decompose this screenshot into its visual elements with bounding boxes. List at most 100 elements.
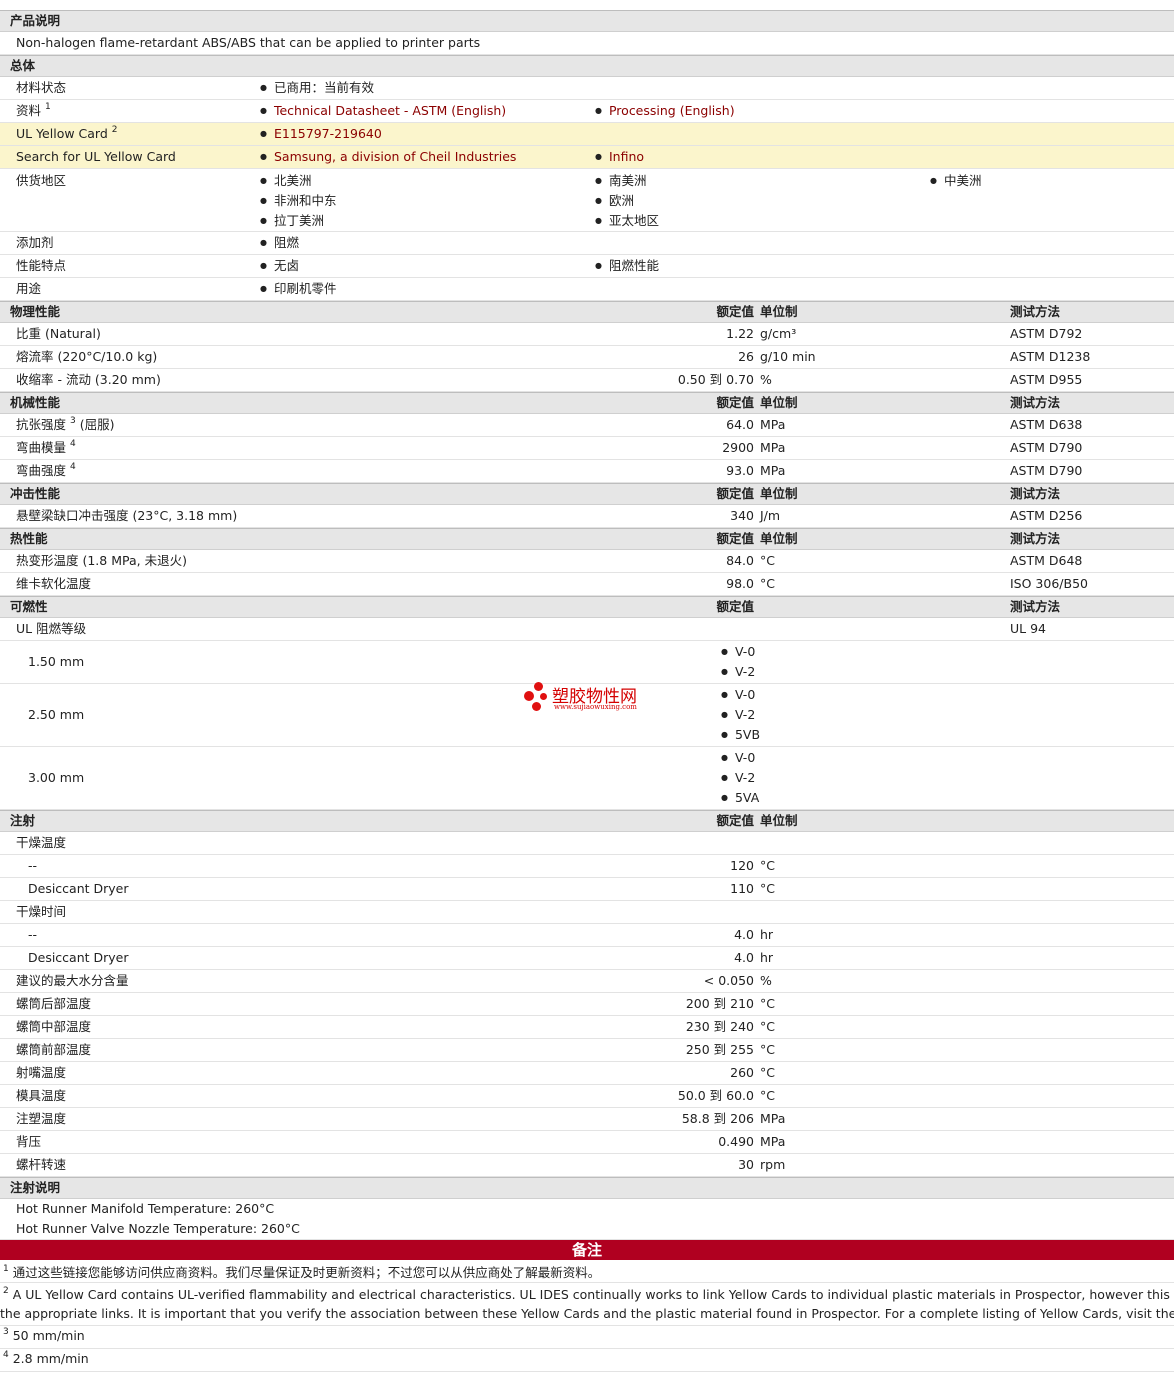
property-label: 背压 bbox=[16, 1134, 42, 1149]
property-row: 模具温度 50.0 到 60.0 °C bbox=[0, 1085, 1174, 1108]
property-unit: g/cm³ bbox=[760, 326, 797, 341]
header-unit: 单位制 bbox=[760, 395, 798, 410]
feature-item: 阻燃性能 bbox=[595, 255, 659, 279]
property-value: 260 bbox=[730, 1065, 754, 1080]
header-nominal: 额定值 bbox=[716, 531, 754, 546]
region-item: 拉丁美洲 bbox=[260, 211, 324, 233]
property-label: 熔流率 (220°C/10.0 kg) bbox=[16, 349, 158, 364]
property-value: 230 到 240 bbox=[685, 1019, 754, 1034]
footnote-ref: 4 bbox=[70, 439, 76, 449]
dry-temp-row: 干燥温度 bbox=[0, 832, 1174, 855]
header-nominal: 额定值 bbox=[716, 813, 754, 828]
property-value: 110 bbox=[730, 881, 754, 896]
footnote-ref: 4 bbox=[70, 462, 76, 472]
ul-rating-row: UL 阻燃等级 UL 94 bbox=[0, 618, 1174, 641]
processing-link[interactable]: Processing (English) bbox=[595, 100, 735, 124]
property-unit: °C bbox=[760, 1019, 775, 1034]
ul-card-link[interactable]: E115797-219640 bbox=[260, 123, 382, 147]
property-label: 悬壁梁缺口冲击强度 (23°C, 3.18 mm) bbox=[16, 508, 238, 523]
property-value: 26 bbox=[738, 349, 754, 364]
property-row: 收缩率 - 流动 (3.20 mm) 0.50 到 0.70% ASTM D955 bbox=[0, 369, 1174, 392]
property-row: 悬壁梁缺口冲击强度 (23°C, 3.18 mm) 340 J/m ASTM D256 bbox=[0, 505, 1174, 528]
property-value: 0.490 bbox=[718, 1134, 754, 1149]
features-label: 性能特点 bbox=[16, 258, 67, 273]
rating-item: V-0 bbox=[721, 642, 755, 662]
property-row: 螺筒中部温度 230 到 240 °C bbox=[0, 1016, 1174, 1039]
property-label: 干燥温度 bbox=[16, 835, 67, 850]
property-row: -- 120 °C bbox=[0, 855, 1174, 878]
property-label: -- bbox=[28, 927, 38, 942]
section-injection-notes: 注射说明 bbox=[0, 1177, 1174, 1199]
property-value: 4.0 bbox=[734, 950, 754, 965]
property-method: ASTM D638 bbox=[1010, 417, 1083, 432]
description-row: Non-halogen flame-retardant ABS/ABS that… bbox=[0, 32, 1174, 55]
property-label: 弯曲强度 4 bbox=[16, 460, 76, 482]
footnote-text: 50 mm/min bbox=[12, 1328, 85, 1343]
property-label: 射嘴温度 bbox=[16, 1065, 67, 1080]
footnote-text: 通过这些链接您能够访问供应商资料。我们尽量保证及时更新资料；不过您可以从供应商处… bbox=[12, 1265, 601, 1280]
datasheet-page: 产品说明 Non-halogen flame-retardant ABS/ABS… bbox=[0, 0, 1174, 1393]
samsung-link[interactable]: Samsung, a division of Cheil Industries bbox=[260, 146, 516, 170]
ul-label-text: UL Yellow Card bbox=[16, 126, 108, 141]
property-unit: °C bbox=[760, 1042, 775, 1057]
header-method: 测试方法 bbox=[1010, 304, 1061, 319]
header-unit: 单位制 bbox=[760, 486, 798, 501]
description-text: Non-halogen flame-retardant ABS/ABS that… bbox=[16, 35, 481, 50]
status-row: 材料状态 已商用：当前有效 bbox=[0, 77, 1174, 100]
footnote-number: 3 bbox=[3, 1327, 9, 1337]
section-title: 热性能 bbox=[10, 531, 48, 546]
dry-time-row: 干燥时间 bbox=[0, 901, 1174, 924]
uses-value: 印刷机零件 bbox=[260, 278, 337, 302]
property-unit: % bbox=[760, 372, 772, 387]
property-unit: MPa bbox=[760, 463, 786, 478]
property-row: Desiccant Dryer 110 °C bbox=[0, 878, 1174, 901]
property-value: 120 bbox=[730, 858, 754, 873]
property-label-text: 弯曲强度 bbox=[16, 463, 67, 478]
property-method: ASTM D790 bbox=[1010, 440, 1083, 455]
thickness-row: 3.00 mm V-0V-25VA bbox=[0, 747, 1174, 810]
property-method: ASTM D256 bbox=[1010, 508, 1083, 523]
property-row: 螺杆转速 30 rpm bbox=[0, 1154, 1174, 1177]
footnote-text: A UL Yellow Card contains UL-verified fl… bbox=[12, 1287, 1174, 1302]
property-method: ASTM D792 bbox=[1010, 326, 1083, 341]
footnote-3: 3 50 mm/min bbox=[0, 1326, 1174, 1349]
uses-row: 用途 印刷机零件 bbox=[0, 278, 1174, 301]
section-title: 机械性能 bbox=[10, 395, 61, 410]
property-unit: MPa bbox=[760, 1134, 786, 1149]
property-value: 2900 bbox=[722, 440, 754, 455]
property-value: 93.0 bbox=[726, 463, 754, 478]
footnote-ref: 1 bbox=[45, 102, 51, 112]
property-row: 背压 0.490 MPa bbox=[0, 1131, 1174, 1154]
footnote-text: the appropriate links. It is important t… bbox=[0, 1306, 1174, 1321]
property-label: 螺筒中部温度 bbox=[16, 1019, 92, 1034]
ul-rating-label: UL 阻燃等级 bbox=[16, 621, 87, 636]
search-ul-row: Search for UL Yellow Card Samsung, a div… bbox=[0, 146, 1174, 169]
property-value: 84.0 bbox=[726, 553, 754, 568]
property-method: ISO 306/B50 bbox=[1010, 576, 1088, 591]
property-unit: °C bbox=[760, 996, 775, 1011]
region-item: 亚太地区 bbox=[595, 211, 659, 233]
ul-label: UL Yellow Card 2 bbox=[16, 123, 118, 145]
property-label: Desiccant Dryer bbox=[28, 950, 129, 965]
footnote-number: 4 bbox=[3, 1350, 9, 1360]
property-row: 弯曲模量 4 2900 MPa ASTM D790 bbox=[0, 437, 1174, 460]
section-injection: 注射 额定值 单位制 bbox=[0, 810, 1174, 832]
property-label: 螺筒后部温度 bbox=[16, 996, 92, 1011]
footnote-1: 1 通过这些链接您能够访问供应商资料。我们尽量保证及时更新资料；不过您可以从供应… bbox=[0, 1260, 1174, 1283]
section-physical: 物理性能 额定值 单位制 测试方法 bbox=[0, 301, 1174, 323]
section-title: 产品说明 bbox=[10, 13, 61, 28]
thickness-row: 1.50 mm V-0V-2 bbox=[0, 641, 1174, 684]
note-line: Hot Runner Manifold Temperature: 260°C bbox=[16, 1201, 275, 1216]
property-label: Desiccant Dryer bbox=[28, 881, 129, 896]
property-row: 抗张强度 3 (屈服) 64.0 MPa ASTM D638 bbox=[0, 414, 1174, 437]
feature-item: 无卤 bbox=[260, 255, 299, 279]
region-item: 南美洲 bbox=[595, 171, 647, 193]
section-title: 注射 bbox=[10, 813, 36, 828]
property-value: 98.0 bbox=[726, 576, 754, 591]
property-value: 30 bbox=[738, 1157, 754, 1172]
technical-datasheet-link[interactable]: Technical Datasheet - ASTM (English) bbox=[260, 100, 506, 124]
property-value: 340 bbox=[730, 508, 754, 523]
infino-link[interactable]: Infino bbox=[595, 146, 644, 170]
property-label: 比重 (Natural) bbox=[16, 326, 101, 341]
header-unit: 单位制 bbox=[760, 531, 798, 546]
